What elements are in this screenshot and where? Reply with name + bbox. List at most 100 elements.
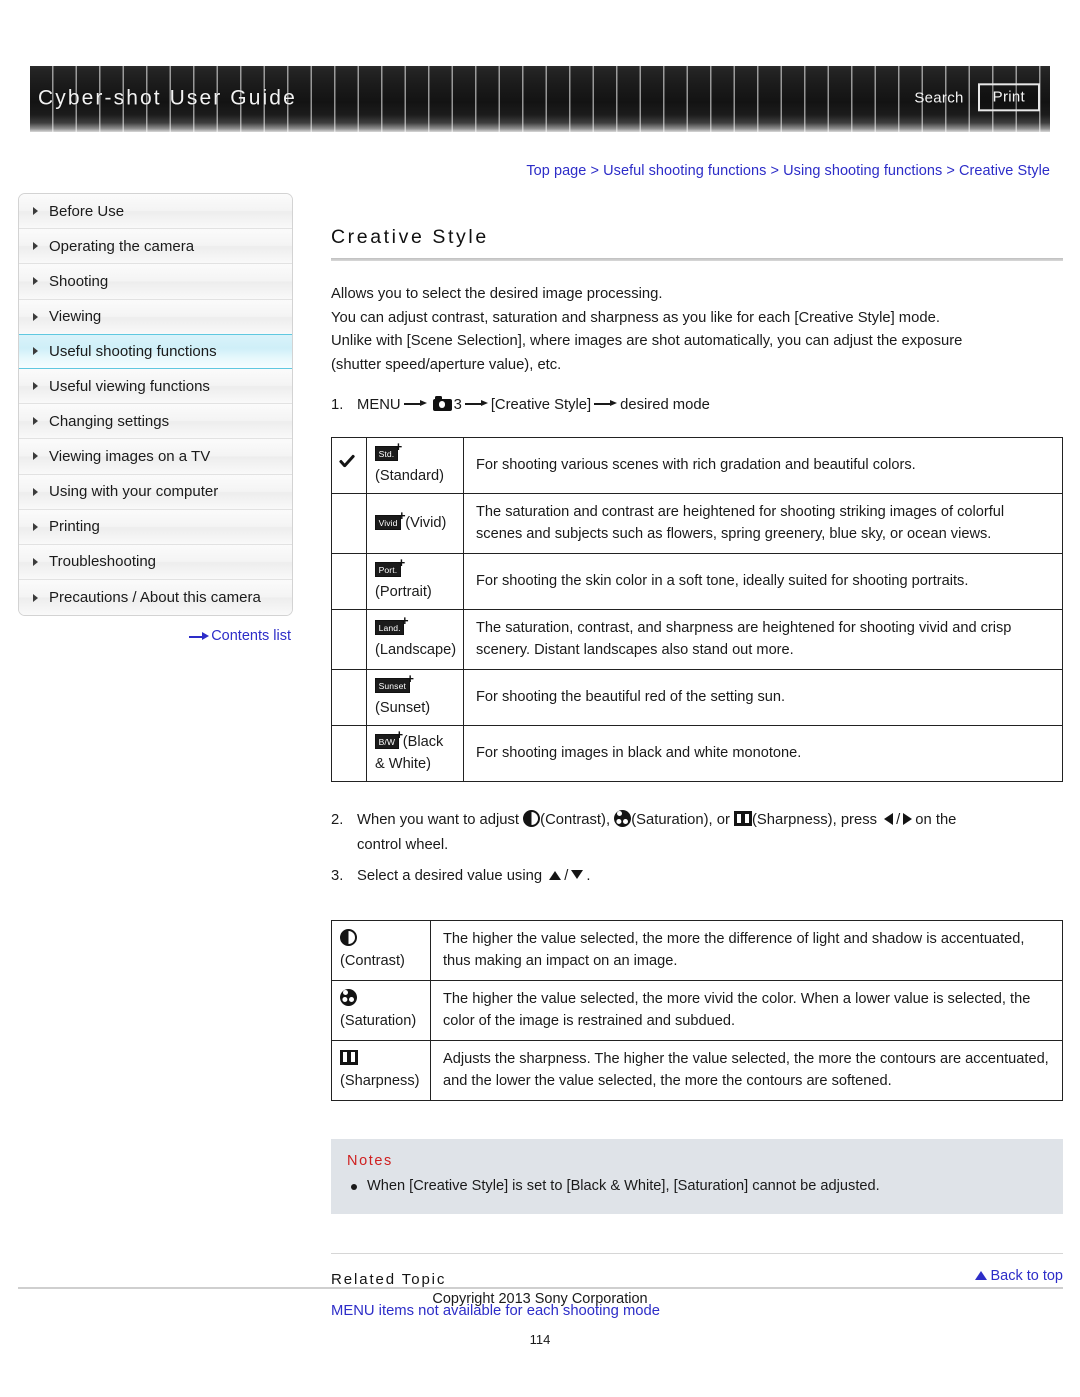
table-row: Land. + (Landscape) The saturation, contr… [331, 609, 1063, 670]
back-to-top-label: Back to top [990, 1268, 1063, 1284]
step-text: . [586, 868, 591, 884]
mode-label: (Standard) [375, 467, 444, 484]
mode-label: (Vivid) [405, 514, 447, 531]
parameter-cell: (Contrast) [331, 920, 431, 981]
sharpness-icon [340, 1049, 358, 1065]
sidebar-item-useful-viewing-functions[interactable]: Useful viewing functions [19, 368, 292, 405]
sidebar-item-troubleshooting[interactable]: Troubleshooting [19, 544, 292, 581]
arrow-left-icon [884, 813, 894, 825]
step-number: 1. [331, 397, 344, 413]
sidebar-item-precautions-about-this-camera[interactable]: Precautions / About this camera [19, 580, 292, 616]
breadcrumb-item-creative-style[interactable]: Creative Style [959, 163, 1050, 179]
footer-divider [18, 1287, 1063, 1289]
arrow-right-icon [403, 399, 427, 408]
sidebar-item-label: Troubleshooting [49, 553, 157, 571]
sidebar-item-changing-settings[interactable]: Changing settings [19, 404, 292, 440]
selected-cell [331, 725, 367, 782]
contents-list-link[interactable]: Contents list [18, 628, 293, 644]
sidebar-item-using-with-your-computer[interactable]: Using with your computer [19, 474, 292, 510]
style-badge-sunset: Sunset + [375, 672, 414, 694]
breadcrumb-item-useful-shooting-functions[interactable]: Useful shooting functions [603, 163, 766, 179]
parameter-label: (Sharpness) [340, 1073, 420, 1089]
mode-label: (Sunset) [375, 699, 431, 716]
sidebar-item-label: Before Use [49, 202, 125, 220]
mode-cell: Std. + (Standard) [366, 437, 464, 494]
sidebar-item-viewing-images-on-a-tv[interactable]: Viewing images on a TV [19, 439, 292, 475]
sidebar-item-operating-the-camera[interactable]: Operating the camera [19, 229, 292, 265]
main-content: Creative Style Allows you to select the … [331, 193, 1063, 1319]
search-button[interactable]: Search [914, 89, 963, 106]
sidebar-item-viewing[interactable]: Viewing [19, 299, 292, 335]
intro-paragraph: Allows you to select the desired image p… [331, 283, 1063, 377]
back-to-top-link[interactable]: Back to top [331, 1268, 1063, 1284]
step-label-saturation: (Saturation), or [631, 812, 730, 828]
style-badge-portrait: Port. + [375, 556, 405, 578]
step-number: 2. [331, 812, 344, 828]
parameter-table: (Contrast) The higher the value selected… [331, 920, 1063, 1101]
selected-cell [331, 437, 367, 494]
mode-label: (Landscape) [375, 641, 457, 658]
dagger-icon: + [394, 439, 403, 455]
dagger-icon: + [401, 613, 409, 629]
page-title: Creative Style [331, 226, 489, 248]
selected-cell [331, 609, 367, 670]
parameter-label: (Contrast) [340, 953, 405, 969]
breadcrumb-separator: > [770, 163, 780, 179]
step-result-label: desired mode [620, 397, 710, 413]
sidebar-item-label: Printing [49, 518, 100, 536]
breadcrumb-item-top-page[interactable]: Top page [526, 163, 586, 179]
sidebar-nav: Before Use Operating the camera Shooting… [18, 193, 293, 617]
notes-title: Notes [347, 1153, 393, 1169]
mode-label: (Portrait) [375, 583, 432, 600]
chevron-right-icon [33, 382, 38, 391]
parameter-label: (Saturation) [340, 1013, 417, 1029]
arrow-down-icon [571, 870, 584, 879]
sidebar-item-label: Viewing images on a TV [49, 447, 211, 465]
description-cell: The higher the value selected, the more … [430, 920, 1063, 981]
step-item-label: [Creative Style] [490, 397, 592, 413]
arrow-right-icon [594, 399, 618, 408]
dagger-icon: + [397, 508, 406, 524]
parameter-cell: (Sharpness) [331, 1040, 431, 1101]
slash: / [564, 868, 569, 884]
related-topic-divider [331, 1253, 1063, 1254]
sidebar-item-printing[interactable]: Printing [19, 509, 292, 545]
chevron-right-icon [33, 417, 38, 426]
dagger-icon: + [395, 727, 404, 743]
arrow-right-icon [189, 632, 210, 641]
sidebar-item-shooting[interactable]: Shooting [19, 264, 292, 300]
breadcrumb-item-using-shooting-functions[interactable]: Using shooting functions [783, 163, 942, 179]
mode-cell: Land. + (Landscape) [366, 609, 464, 670]
step-label-sharpness: (Sharpness), press [752, 812, 878, 828]
print-button[interactable]: Print [977, 83, 1040, 112]
chevron-right-icon [33, 593, 38, 602]
arrow-right-icon [903, 813, 913, 825]
dagger-icon: + [406, 671, 415, 687]
chevron-right-icon [33, 312, 38, 321]
camera-icon [432, 396, 452, 411]
mode-cell: Port. + (Portrait) [366, 553, 464, 610]
description-cell: The higher the value selected, the more … [430, 980, 1063, 1041]
sidebar-item-useful-shooting-functions[interactable]: Useful shooting functions [19, 333, 292, 369]
step-menu-number: 3 [453, 397, 462, 413]
step-text: When you want to adjust [357, 812, 520, 828]
chevron-right-icon [33, 557, 38, 566]
chevron-right-icon [33, 522, 38, 531]
table-row: Vivid + (Vivid) The saturation and contra… [331, 493, 1063, 554]
step-text: on the [915, 812, 957, 828]
description-cell: For shooting images in black and white m… [463, 725, 1063, 782]
header-actions: Search Print [914, 83, 1040, 112]
step-label-contrast: (Contrast), [540, 812, 611, 828]
breadcrumb-separator: > [946, 163, 955, 179]
intro-line: (shutter speed/aperture value), etc. [331, 356, 562, 373]
sidebar-item-label: Useful viewing functions [49, 377, 210, 395]
sharpness-icon [734, 811, 752, 826]
style-badge-vivid: Vivid + [375, 509, 406, 531]
style-badge-landscape: Land. + [375, 614, 409, 636]
step-text: Select a desired value using [357, 868, 543, 884]
mode-cell: Sunset + (Sunset) [366, 669, 464, 726]
step-1: 1. MENU 3 [Creative Style] desired mode [331, 393, 1063, 418]
sidebar-item-before-use[interactable]: Before Use [19, 194, 292, 230]
site-header: Cyber-shot User Guide Search Print [30, 66, 1050, 132]
step-number: 3. [331, 868, 344, 884]
